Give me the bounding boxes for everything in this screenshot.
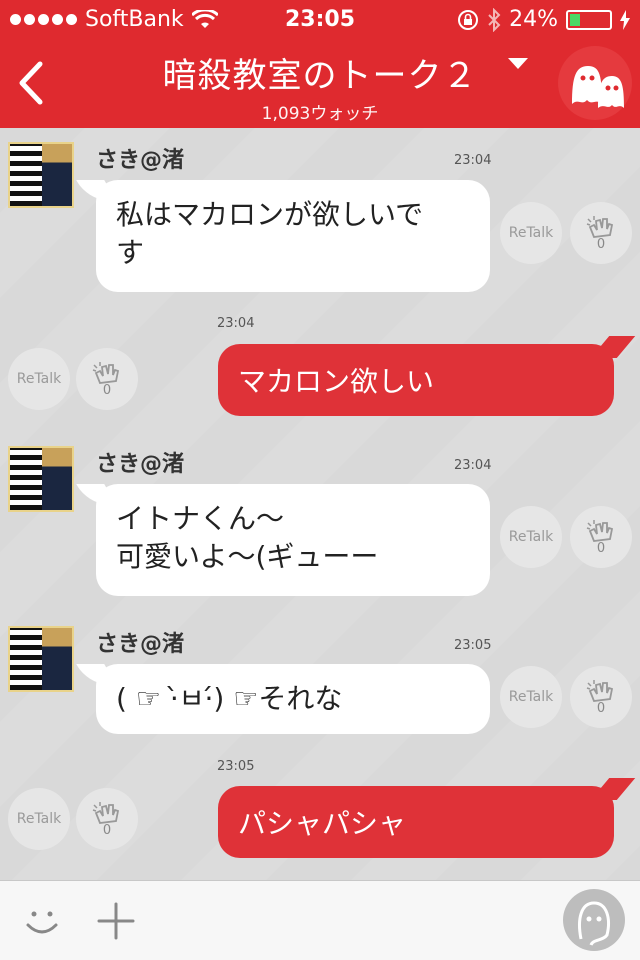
- message-time: 23:04: [454, 458, 492, 473]
- title-area[interactable]: 暗殺教室のトーク２ 1,093ウォッチ: [0, 48, 640, 124]
- avatar[interactable]: [8, 142, 74, 208]
- clap-count: 0: [102, 382, 112, 398]
- clap-icon: [586, 215, 614, 238]
- clap-count: 0: [596, 700, 606, 716]
- incoming-message[interactable]: 私はマカロンが欲しいで す: [96, 180, 490, 292]
- plus-icon[interactable]: [96, 901, 136, 941]
- watch-count: 1,093ウォッチ: [261, 104, 379, 124]
- face-icon[interactable]: [563, 889, 625, 951]
- message-time: 23:05: [454, 638, 492, 653]
- clap-icon: [92, 361, 120, 384]
- message-time: 23:05: [217, 759, 255, 774]
- clap-button[interactable]: 0: [570, 506, 632, 568]
- navigation-bar: 暗殺教室のトーク２ 1,093ウォッチ: [0, 40, 640, 128]
- message-text-line: 可愛いよ〜(ギューー: [116, 540, 379, 573]
- status-bar: SoftBank 23:05 24%: [0, 0, 640, 40]
- incoming-message[interactable]: イトナくん〜 可愛いよ〜(ギューー: [96, 484, 490, 596]
- battery-percent: 24%: [509, 7, 558, 32]
- sender-name: さき@渚: [96, 148, 185, 173]
- message-text-line: 私はマカロンが欲しいで: [116, 198, 424, 231]
- clap-count: 0: [596, 236, 606, 252]
- charging-icon: [620, 9, 630, 30]
- clap-count: 0: [102, 822, 112, 838]
- bluetooth-icon: [488, 7, 501, 32]
- message-text-line: す: [116, 236, 145, 269]
- smile-icon[interactable]: [22, 901, 62, 941]
- clap-icon: [586, 519, 614, 542]
- sender-name: さき@渚: [96, 632, 185, 657]
- input-toolbar: [0, 880, 640, 960]
- clap-button[interactable]: 0: [76, 348, 138, 410]
- outgoing-message[interactable]: パシャパシャ: [218, 786, 614, 858]
- chat-area[interactable]: さき@渚 23:04 私はマカロンが欲しいで す ReTalk 0 23:04 …: [0, 128, 640, 880]
- outgoing-message[interactable]: マカロン欲しい: [218, 344, 614, 416]
- lock-rotation-icon: [458, 9, 479, 30]
- message-text-line: イトナくん〜: [116, 502, 285, 535]
- dropdown-arrow-icon[interactable]: [508, 58, 528, 69]
- avatar[interactable]: [8, 626, 74, 692]
- retalk-button[interactable]: ReTalk: [8, 348, 70, 410]
- retalk-button[interactable]: ReTalk: [500, 506, 562, 568]
- message-time: 23:04: [217, 316, 255, 331]
- message-text: マカロン欲しい: [238, 365, 435, 398]
- clap-button[interactable]: 0: [570, 202, 632, 264]
- message-text: パシャパシャ: [238, 807, 407, 840]
- retalk-button[interactable]: ReTalk: [500, 666, 562, 728]
- message-text: ( ☞ ·̀ㅂ·́) ☞それな: [116, 682, 343, 715]
- clap-button[interactable]: 0: [570, 666, 632, 728]
- retalk-button[interactable]: ReTalk: [8, 788, 70, 850]
- ghost-icon[interactable]: [558, 46, 632, 120]
- retalk-button[interactable]: ReTalk: [500, 202, 562, 264]
- incoming-message[interactable]: ( ☞ ·̀ㅂ·́) ☞それな: [96, 664, 490, 734]
- status-indicators: 24%: [457, 7, 630, 32]
- clap-count: 0: [596, 540, 606, 556]
- battery-icon: [566, 9, 612, 30]
- clap-icon: [586, 679, 614, 702]
- room-title[interactable]: 暗殺教室のトーク２: [0, 48, 640, 97]
- avatar[interactable]: [8, 446, 74, 512]
- clap-button[interactable]: 0: [76, 788, 138, 850]
- clap-icon: [92, 801, 120, 824]
- sender-name: さき@渚: [96, 452, 185, 477]
- message-time: 23:04: [454, 153, 492, 168]
